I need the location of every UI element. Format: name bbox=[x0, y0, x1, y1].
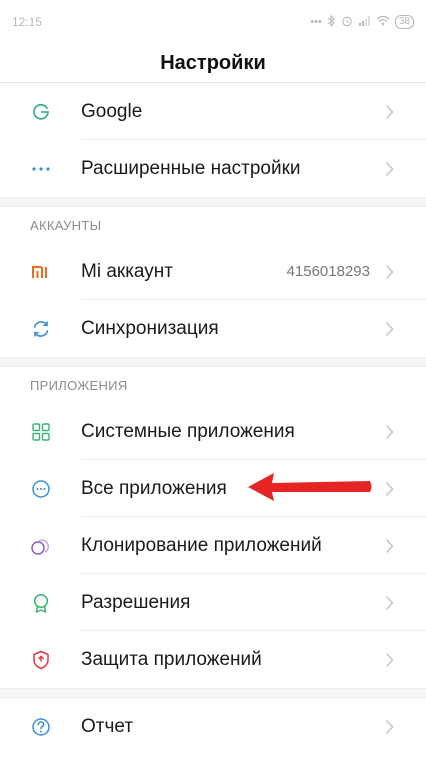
chevron-right-icon bbox=[382, 319, 396, 339]
more-notifications-icon: ••• bbox=[310, 16, 322, 28]
shield-icon bbox=[30, 649, 52, 671]
wifi-icon bbox=[376, 15, 390, 29]
chevron-right-icon bbox=[382, 650, 396, 670]
row-label: Разрешения bbox=[81, 591, 191, 613]
status-bar: 12:15 ••• 38 bbox=[0, 0, 426, 44]
section-gap bbox=[0, 688, 426, 698]
section-gap bbox=[0, 357, 426, 367]
row-label: Google bbox=[81, 100, 143, 122]
settings-row-advanced[interactable]: Расширенные настройки bbox=[0, 140, 426, 197]
settings-row-feedback[interactable]: Отчет bbox=[0, 698, 426, 755]
row-label: Защита приложений bbox=[81, 648, 262, 670]
chevron-right-icon bbox=[382, 262, 396, 282]
chevron-right-icon bbox=[382, 159, 396, 179]
chevron-right-icon bbox=[382, 422, 396, 442]
sync-icon bbox=[30, 318, 52, 340]
row-label: Mi аккаунт bbox=[81, 260, 173, 282]
permissions-icon bbox=[30, 592, 52, 614]
red-arrow-annotation-icon bbox=[248, 473, 372, 501]
chevron-right-icon bbox=[382, 479, 396, 499]
chevron-right-icon bbox=[382, 536, 396, 556]
grid-apps-icon bbox=[30, 421, 52, 443]
chevron-right-icon bbox=[382, 593, 396, 613]
account-id-value: 4156018293 bbox=[286, 263, 370, 280]
section-title-apps: ПРИЛОЖЕНИЯ bbox=[30, 377, 128, 393]
battery-indicator: 38 bbox=[394, 15, 414, 29]
section-gap bbox=[0, 197, 426, 207]
settings-row-system-apps[interactable]: Системные приложения bbox=[0, 403, 426, 460]
mi-logo-icon bbox=[30, 261, 52, 283]
alarm-icon bbox=[341, 15, 353, 30]
section-title-accounts: АККАУНТЫ bbox=[30, 217, 102, 233]
status-icons: ••• 38 bbox=[310, 14, 414, 30]
row-label: Синхронизация bbox=[81, 317, 219, 339]
row-label: Клонирование приложений bbox=[81, 534, 322, 556]
settings-row-dual-apps[interactable]: Клонирование приложений bbox=[0, 517, 426, 574]
help-icon bbox=[30, 716, 52, 738]
settings-row-mi-account[interactable]: Mi аккаунт 4156018293 bbox=[0, 243, 426, 300]
row-label: Системные приложения bbox=[81, 420, 295, 442]
more-dots-icon bbox=[30, 158, 52, 180]
row-label: Все приложения bbox=[81, 477, 227, 499]
chevron-right-icon bbox=[382, 717, 396, 737]
row-label: Расширенные настройки bbox=[81, 157, 301, 179]
settings-row-app-lock[interactable]: Защита приложений bbox=[0, 631, 426, 688]
google-g-icon bbox=[30, 101, 52, 123]
all-apps-icon bbox=[30, 478, 52, 500]
clone-icon bbox=[30, 535, 52, 557]
chevron-right-icon bbox=[382, 102, 396, 122]
bluetooth-icon bbox=[327, 14, 336, 30]
page-title: Настройки bbox=[160, 51, 266, 74]
status-time: 12:15 bbox=[12, 15, 43, 29]
row-label: Отчет bbox=[81, 715, 134, 737]
signal-icon bbox=[358, 15, 371, 29]
settings-row-google[interactable]: Google bbox=[0, 83, 426, 140]
settings-row-permissions[interactable]: Разрешения bbox=[0, 574, 426, 631]
settings-row-sync[interactable]: Синхронизация bbox=[0, 300, 426, 357]
